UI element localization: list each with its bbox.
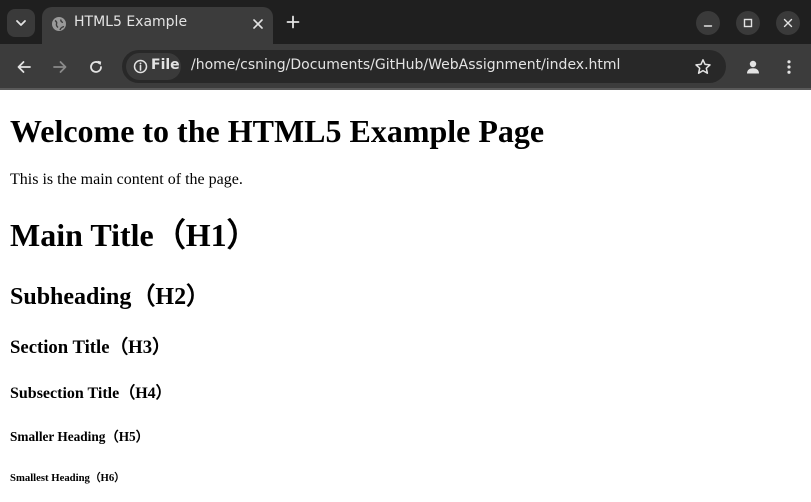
section-title-h3: Section Title（H3） <box>10 337 171 358</box>
new-tab-button[interactable] <box>283 12 303 32</box>
minimize-icon <box>703 25 713 27</box>
tab-strip: HTML5 Example <box>0 0 811 44</box>
tab-title: HTML5 Example <box>74 14 188 30</box>
smallest-heading-h6: Smallest Heading（H6） <box>10 472 125 484</box>
minimize-button[interactable] <box>696 11 720 35</box>
menu-button[interactable] <box>777 55 801 79</box>
globe-icon <box>52 17 66 31</box>
close-window-button[interactable] <box>776 11 800 35</box>
info-icon <box>133 59 148 74</box>
main-title-h1: Main Title（H1） <box>10 217 259 253</box>
page-content: Welcome to the HTML5 Example Page This i… <box>0 90 811 502</box>
tab-search-button[interactable] <box>7 9 35 37</box>
browser-window: HTML5 Example File /home/csning/Document… <box>0 0 811 502</box>
reload-icon <box>90 60 102 73</box>
toolbar: File /home/csning/Documents/GitHub/WebAs… <box>0 44 811 89</box>
tab-close-button[interactable] <box>249 15 267 33</box>
forward-arrow-icon <box>53 61 67 73</box>
back-arrow-icon <box>17 61 31 73</box>
maximize-icon <box>743 18 753 28</box>
forward-button[interactable] <box>48 55 72 79</box>
person-icon <box>747 60 759 74</box>
address-bar[interactable]: File /home/csning/Documents/GitHub/WebAs… <box>122 50 726 83</box>
chevron-down-icon <box>16 20 26 26</box>
smaller-heading-h5: Smaller Heading（H5） <box>10 429 150 444</box>
site-info-chip[interactable]: File <box>126 53 181 80</box>
reload-button[interactable] <box>84 55 108 79</box>
kebab-menu-icon <box>787 60 791 74</box>
url-text[interactable]: /home/csning/Documents/GitHub/WebAssignm… <box>191 57 620 73</box>
maximize-button[interactable] <box>736 11 760 35</box>
tab-html5-example[interactable]: HTML5 Example <box>42 7 273 44</box>
site-info-label: File <box>151 57 180 73</box>
close-icon <box>783 18 793 28</box>
subheading-h2: Subheading（H2） <box>10 284 211 310</box>
profile-button[interactable] <box>741 55 765 79</box>
star-icon[interactable] <box>694 58 712 76</box>
close-icon <box>253 19 263 29</box>
plus-icon <box>286 15 300 29</box>
subsection-title-h4: Subsection Title（H4） <box>10 385 172 402</box>
main-paragraph: This is the main content of the page. <box>10 171 243 188</box>
welcome-heading: Welcome to the HTML5 Example Page <box>10 113 545 149</box>
back-button[interactable] <box>12 55 36 79</box>
